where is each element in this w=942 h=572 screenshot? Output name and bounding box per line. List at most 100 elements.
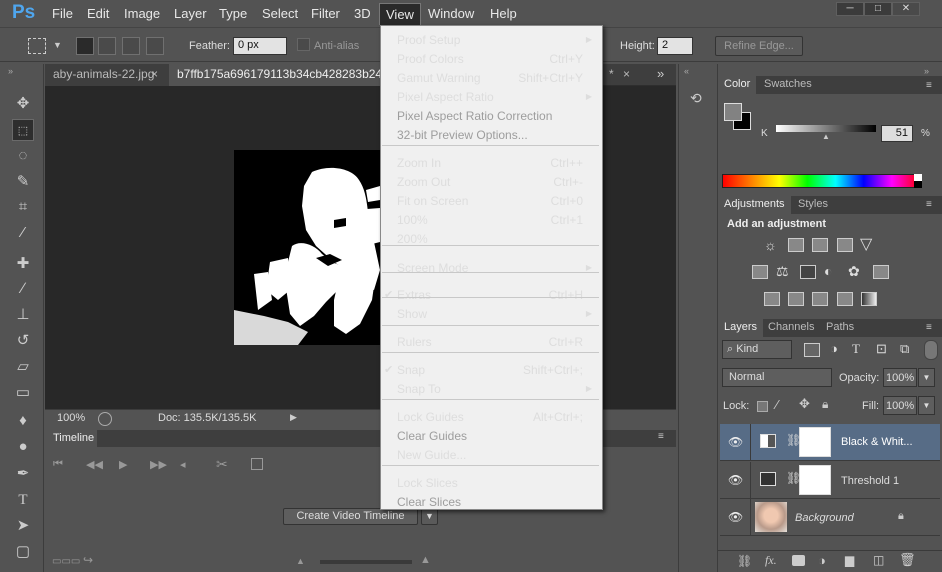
layer-name[interactable]: Black & Whit... [841, 436, 913, 448]
filter-pixel-icon[interactable] [804, 343, 820, 357]
close-tab-3-icon[interactable]: × [623, 67, 630, 81]
transition-icon[interactable] [251, 458, 263, 470]
blend-mode-dropdown[interactable]: Normal [722, 368, 832, 387]
photo-filter-icon[interactable]: ◐ [824, 263, 832, 279]
hue-saturation-icon[interactable] [752, 265, 768, 279]
menu-item-zoom-in[interactable]: Zoom In Ctrl++ [380, 154, 601, 172]
tab-swatches[interactable]: Swatches [758, 76, 818, 94]
vibrance-icon[interactable]: ▽ [860, 234, 872, 254]
new-group-icon[interactable]: ▆ [845, 553, 854, 567]
layer-name[interactable]: Threshold 1 [841, 475, 899, 487]
layer-row-threshold[interactable]: 👁︎ ⛓︎ Threshold 1 [720, 462, 940, 499]
layer-name[interactable]: Background [795, 512, 854, 524]
brightness-contrast-icon[interactable]: ☼ [764, 237, 777, 253]
posterize-icon[interactable] [788, 292, 804, 306]
selective-color-icon[interactable] [837, 292, 853, 306]
layers-menu-icon[interactable]: ≡ [926, 322, 932, 333]
prev-frame-icon[interactable]: ◀◀ [86, 458, 103, 471]
lasso-tool-icon[interactable]: ◌ [12, 145, 34, 167]
tabs-overflow-icon[interactable]: » [657, 66, 664, 81]
split-scissors-icon[interactable]: ✂ [216, 456, 228, 473]
new-adjustment-layer-icon[interactable]: ◑ [818, 553, 826, 568]
menu-item-100[interactable]: 100% Ctrl+1 [380, 211, 601, 229]
menu-item-proof-setup[interactable]: Proof Setup ▶ [380, 31, 601, 49]
fill-input[interactable]: 100% [883, 396, 917, 415]
frame-animation-icon[interactable]: ▭▭▭ [52, 556, 80, 567]
zoom-level[interactable]: 100% [57, 412, 85, 424]
intersect-selection-icon[interactable] [146, 37, 164, 55]
threshold-icon[interactable] [812, 292, 828, 306]
gradient-tool-icon[interactable]: ▭ [12, 382, 34, 404]
lock-pixels-icon[interactable]: ∕ [776, 397, 778, 412]
lock-all-icon[interactable]: 🔒︎ [822, 397, 828, 412]
eraser-tool-icon[interactable]: ▱ [12, 356, 34, 378]
adjustments-menu-icon[interactable]: ≡ [926, 199, 932, 210]
menu-layer[interactable]: Layer [174, 6, 207, 21]
menu-filter[interactable]: Filter [311, 6, 340, 21]
menu-item-pixel-aspect-ratio[interactable]: Pixel Aspect Ratio ▶ [380, 88, 601, 106]
preset-dropdown-icon[interactable]: ▼ [53, 40, 62, 50]
opacity-dropdown-icon[interactable]: ▼ [918, 368, 935, 387]
rectangle-tool-icon[interactable]: ▢ [12, 541, 34, 563]
timeline-title[interactable]: Timeline [45, 430, 97, 447]
path-selection-tool-icon[interactable]: ➤ [12, 515, 34, 537]
layer-row-background[interactable]: 👁︎ Background 🔒︎ [720, 499, 940, 536]
menu-item-lock-guides[interactable]: Lock Guides Alt+Ctrl+; [380, 408, 601, 426]
maximize-button[interactable]: □ [864, 2, 892, 16]
invert-icon[interactable] [764, 292, 780, 306]
menu-item-new-guide[interactable]: New Guide... [380, 446, 601, 464]
foreground-color-swatch[interactable] [724, 103, 742, 121]
tab-color[interactable]: Color [718, 76, 757, 94]
minimize-button[interactable]: ─ [836, 2, 864, 16]
filter-shape-icon[interactable]: ⊡ [876, 341, 887, 357]
marquee-preset-icon[interactable] [28, 38, 46, 54]
refine-edge-button[interactable]: Refine Edge... [715, 36, 803, 56]
next-frame-icon[interactable]: ▶▶ [150, 458, 167, 471]
color-panel-menu-icon[interactable]: ≡ [926, 80, 932, 91]
lock-transparent-icon[interactable] [757, 401, 768, 412]
subtract-selection-icon[interactable] [122, 37, 140, 55]
menu-help[interactable]: Help [490, 6, 517, 21]
add-mask-icon[interactable] [792, 555, 805, 566]
menu-item-fit-on-screen[interactable]: Fit on Screen Ctrl+0 [380, 192, 601, 210]
eyedropper-tool-icon[interactable]: ⁄ [12, 222, 34, 244]
status-info-icon[interactable] [98, 412, 112, 426]
color-spectrum-bar[interactable] [722, 174, 921, 188]
menu-view[interactable]: View [379, 3, 421, 25]
quick-select-tool-icon[interactable]: ✎ [12, 171, 34, 193]
menu-type[interactable]: Type [219, 6, 247, 21]
close-button[interactable]: ✕ [892, 2, 920, 16]
filter-type-icon[interactable]: T [852, 341, 860, 357]
play-icon[interactable]: ▶ [119, 458, 127, 471]
k-slider-handle[interactable]: ▲ [822, 132, 830, 141]
move-tool-icon[interactable]: ✥ [12, 93, 34, 115]
tab-styles[interactable]: Styles [792, 196, 834, 214]
filter-smart-object-icon[interactable]: ⧉ [900, 341, 909, 357]
lock-position-icon[interactable]: ✥ [799, 396, 810, 412]
history-icon[interactable]: ⟲ [690, 90, 702, 107]
color-lookup-icon[interactable] [873, 265, 889, 279]
k-value-input[interactable]: 51 [881, 125, 913, 142]
timeline-zoom-slider[interactable] [320, 560, 412, 564]
channel-mixer-icon[interactable]: ✿ [848, 263, 860, 280]
menu-item-screen-mode[interactable]: Screen Mode ▶ [380, 259, 601, 277]
dock-expand-icon[interactable]: « [684, 66, 689, 76]
menu-item-extras[interactable]: ✔ Extras Ctrl+H [380, 286, 601, 304]
opacity-input[interactable]: 100% [883, 368, 917, 387]
feather-input[interactable]: 0 px [233, 37, 287, 55]
canvas-image[interactable] [234, 150, 382, 345]
add-selection-icon[interactable] [98, 37, 116, 55]
clone-stamp-tool-icon[interactable]: ⊥ [12, 304, 34, 326]
pen-tool-icon[interactable]: ✒ [12, 463, 34, 485]
exposure-icon[interactable] [837, 238, 853, 252]
type-tool-icon[interactable]: T [12, 489, 34, 511]
filter-toggle[interactable] [924, 340, 938, 360]
curves-icon[interactable] [812, 238, 828, 252]
collapse-panels-icon[interactable]: » [924, 66, 929, 76]
menu-item-proof-colors[interactable]: Proof Colors Ctrl+Y [380, 50, 601, 68]
doc-tab-2[interactable]: b7ffb175a696179113b34cb428283b24.jpg [169, 64, 401, 86]
eye-icon[interactable]: 👁︎ [728, 510, 743, 524]
antialias-checkbox[interactable] [297, 38, 310, 51]
menu-item-rulers[interactable]: Rulers Ctrl+R [380, 333, 601, 351]
menu-3d[interactable]: 3D [354, 6, 371, 21]
